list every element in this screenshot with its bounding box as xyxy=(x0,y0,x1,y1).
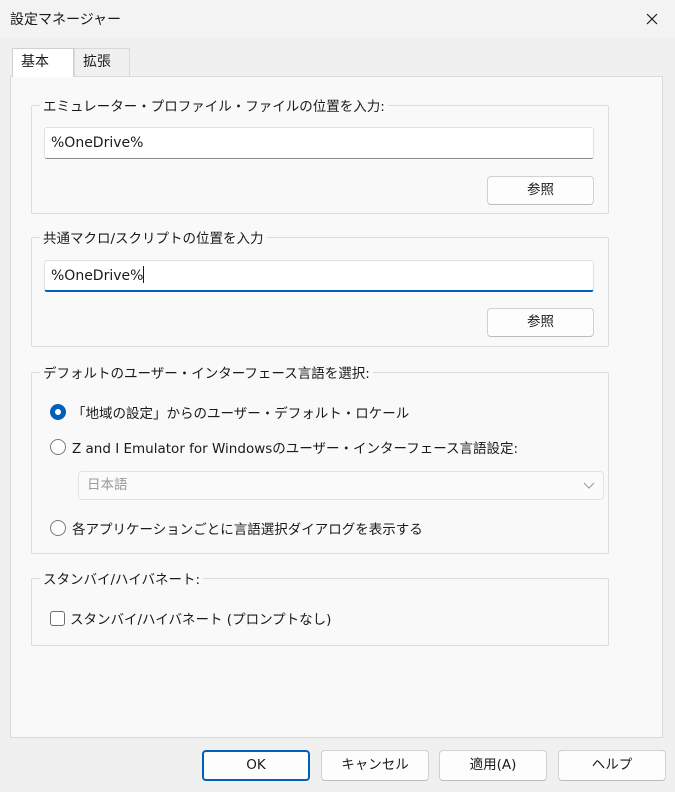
tab-extended[interactable]: 拡張 xyxy=(74,48,130,76)
ok-button[interactable]: OK xyxy=(202,750,310,781)
text-caret xyxy=(143,266,145,283)
profile-location-value: %OneDrive% xyxy=(51,135,144,151)
macro-location-group: 共通マクロ/スクリプトの位置を入力 %OneDrive% 参照 xyxy=(31,227,609,347)
tab-extended-label: 拡張 xyxy=(83,54,111,70)
tab-basic-label: 基本 xyxy=(21,54,49,70)
profile-location-group: エミュレーター・プロファイル・ファイルの位置を入力: %OneDrive% 参照 xyxy=(31,95,609,214)
macro-location-label: 共通マクロ/スクリプトの位置を入力 xyxy=(40,227,267,247)
radio-button-checked[interactable] xyxy=(50,404,66,420)
help-button[interactable]: ヘルプ xyxy=(558,750,666,781)
profile-location-input[interactable]: %OneDrive% xyxy=(44,127,594,159)
standby-checkbox-label: スタンバイ/ハイバネート (プロンプトなし) xyxy=(70,612,332,628)
language-select[interactable]: 日本語 xyxy=(78,471,604,500)
tab-strip: 基本 拡張 xyxy=(0,38,675,78)
radio-button[interactable] xyxy=(50,439,66,455)
macro-location-value: %OneDrive% xyxy=(51,268,144,284)
profile-location-label: エミュレーター・プロファイル・ファイルの位置を入力: xyxy=(40,95,388,115)
chevron-down-icon xyxy=(583,482,595,489)
ui-language-group: デフォルトのユーザー・インターフェース言語を選択: 「地域の設定」からのユーザー… xyxy=(31,362,609,554)
cancel-button[interactable]: キャンセル xyxy=(321,750,429,781)
macro-location-input[interactable]: %OneDrive% xyxy=(44,260,594,292)
cancel-button-label: キャンセル xyxy=(341,757,409,773)
radio-per-application-label: 各アプリケーションごとに言語選択ダイアログを表示する xyxy=(72,522,423,538)
radio-user-default-locale[interactable]: 「地域の設定」からのユーザー・デフォルト・ロケール xyxy=(50,402,409,422)
close-icon xyxy=(646,13,658,25)
apply-button[interactable]: 適用(A) xyxy=(439,750,547,781)
tab-basic[interactable]: 基本 xyxy=(12,48,74,77)
language-select-value: 日本語 xyxy=(87,477,128,493)
profile-browse-label: 参照 xyxy=(527,182,554,198)
standby-checkbox-row[interactable]: スタンバイ/ハイバネート (プロンプトなし) xyxy=(50,608,331,628)
standby-label: スタンバイ/ハイバネート: xyxy=(40,568,204,588)
profile-browse-button[interactable]: 参照 xyxy=(487,176,594,205)
help-button-label: ヘルプ xyxy=(591,757,633,773)
standby-checkbox[interactable] xyxy=(50,610,65,626)
apply-button-label: 適用(A) xyxy=(469,757,517,773)
radio-emulator-language-label: Z and I Emulator for Windowsのユーザー・インターフェ… xyxy=(72,441,519,457)
radio-per-application[interactable]: 各アプリケーションごとに言語選択ダイアログを表示する xyxy=(50,518,423,538)
radio-button[interactable] xyxy=(50,520,66,536)
tab-panel-basic: エミュレーター・プロファイル・ファイルの位置を入力: %OneDrive% 参照… xyxy=(10,76,663,738)
window-title: 設定マネージャー xyxy=(10,12,122,28)
radio-user-default-locale-label: 「地域の設定」からのユーザー・デフォルト・ロケール xyxy=(72,406,410,422)
macro-browse-label: 参照 xyxy=(527,314,554,330)
macro-browse-button[interactable]: 参照 xyxy=(487,308,594,337)
title-bar: 設定マネージャー xyxy=(0,0,675,38)
standby-group: スタンバイ/ハイバネート: スタンバイ/ハイバネート (プロンプトなし) xyxy=(31,568,609,646)
ok-button-label: OK xyxy=(246,757,266,773)
close-button[interactable] xyxy=(629,0,675,38)
ui-language-label: デフォルトのユーザー・インターフェース言語を選択: xyxy=(40,362,373,382)
radio-emulator-language[interactable]: Z and I Emulator for Windowsのユーザー・インターフェ… xyxy=(50,437,518,457)
